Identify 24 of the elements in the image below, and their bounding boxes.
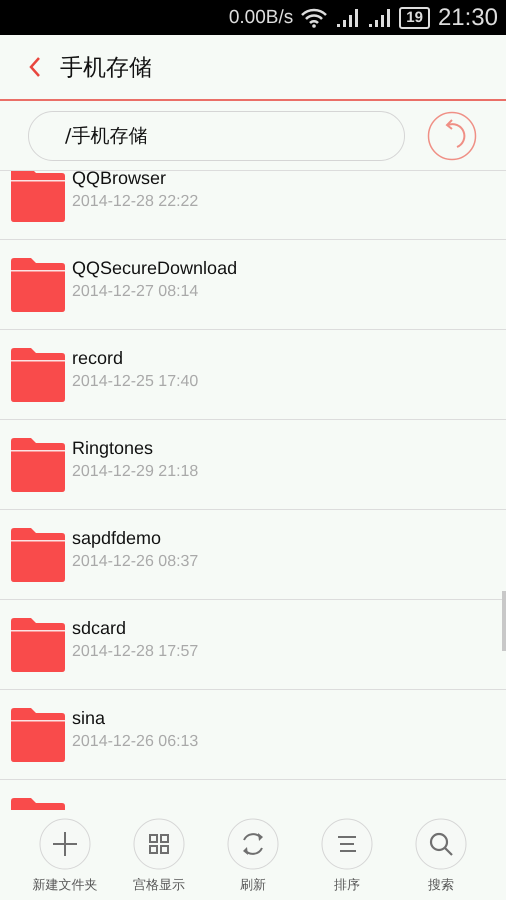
folder-name[interactable]: sapdfdemo — [72, 528, 198, 549]
path-field[interactable]: /手机存储 — [28, 110, 405, 160]
folder-name[interactable]: record — [72, 348, 198, 369]
modified-date: 2014-12-28 22:22 — [72, 193, 198, 211]
modified-date: 2014-12-29 21:18 — [72, 463, 198, 481]
toolbar-label: 搜索 — [428, 877, 454, 894]
modified-date: 2014-12-26 08:37 — [72, 553, 198, 571]
folder-name[interactable]: QQSecureDownload — [72, 258, 238, 279]
modified-date: 2014-12-28 17:57 — [72, 643, 198, 661]
modified-date: 2014-12-25 17:40 — [72, 373, 198, 391]
network-speed: 0.00B/s — [228, 6, 294, 28]
folder-name[interactable]: QQBrowser — [72, 171, 198, 189]
modified-date: 2014-12-26 06:13 — [72, 733, 198, 751]
battery-level: 19 — [399, 6, 430, 28]
folder-name[interactable]: sina — [72, 708, 198, 729]
toolbar-label: 宫格显示 — [133, 877, 185, 894]
toolbar-label: 排序 — [334, 877, 360, 894]
folder-name[interactable]: sdcard — [72, 618, 198, 639]
clock-time: 21:30 — [438, 4, 498, 32]
toolbar-label: 新建文件夹 — [32, 877, 98, 894]
folder-name[interactable]: Ringtones — [72, 438, 198, 459]
page-title: 手机存储 — [60, 54, 152, 82]
modified-date: 2014-12-27 08:14 — [72, 283, 200, 301]
toolbar-label: 刷新 — [240, 877, 266, 894]
